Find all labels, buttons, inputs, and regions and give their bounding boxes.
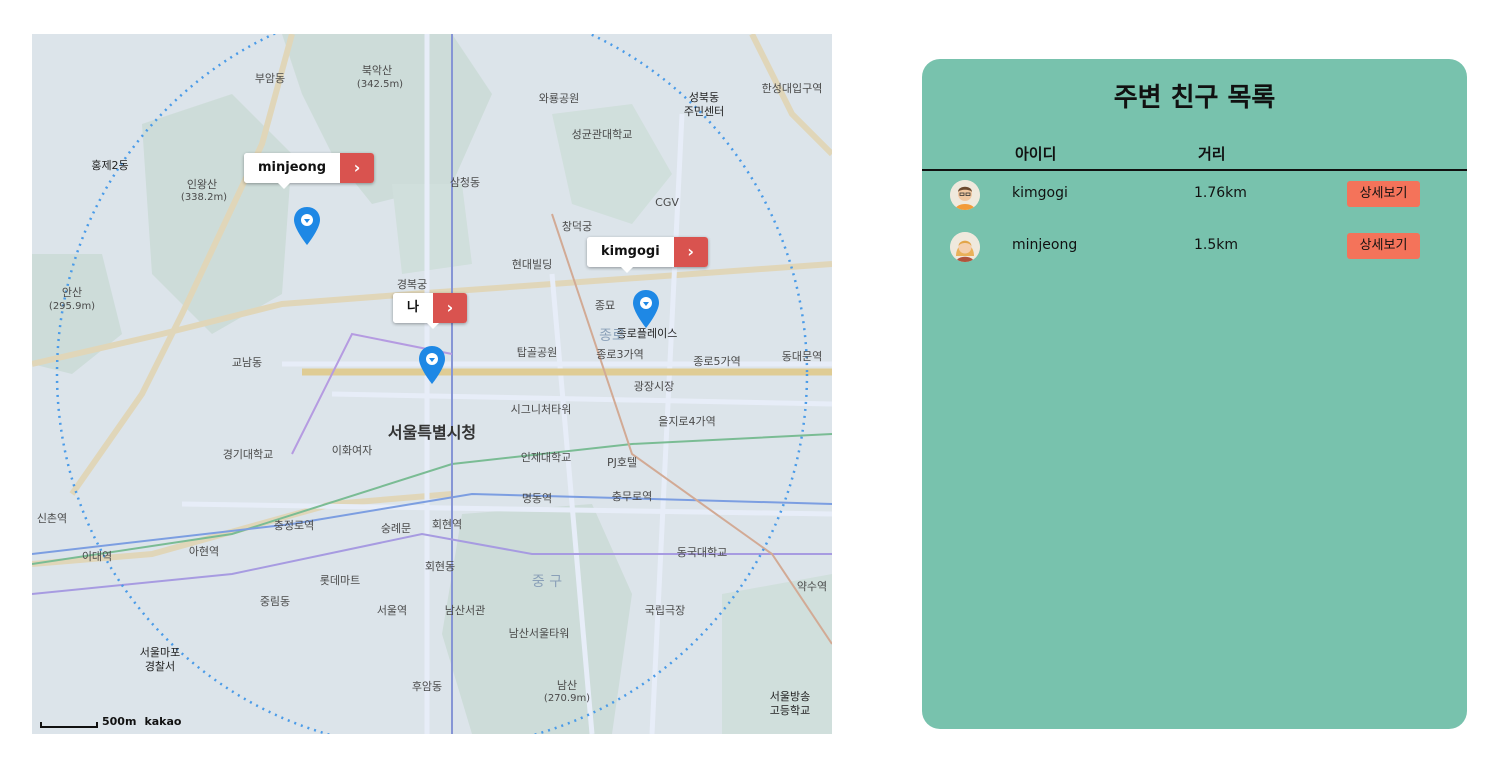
table-row: kimgogi 1.76km 상세보기 — [922, 174, 1467, 214]
chevron-right-icon[interactable]: › — [432, 293, 467, 323]
map-label-sungnyemun: 숭례문 — [380, 522, 412, 535]
avatar — [950, 232, 980, 262]
map-label-chungjeongno: 충정로역 — [273, 519, 315, 532]
table-row: minjeong 1.5km 상세보기 — [922, 226, 1467, 266]
map-label-inwangsan: 인왕산 — [186, 178, 218, 191]
map-label-pj-hotel: PJ호텔 — [606, 456, 638, 469]
map-label-seongbuk: 성북동 — [688, 91, 720, 104]
map-label-namsan-tower: 남산서울타워 — [508, 627, 570, 640]
map-label-dongguk: 동국대학교 — [676, 546, 728, 559]
map-label-cgv: CGV — [655, 196, 679, 209]
map-label-ahyeon: 아현역 — [188, 545, 220, 558]
map-label-ewha: 이화여자 — [331, 444, 373, 457]
callout-name: minjeong — [244, 153, 341, 183]
map-label-tapgol: 탑골공원 — [516, 346, 558, 359]
map-pin-icon[interactable] — [293, 206, 321, 246]
female-avatar-icon — [950, 232, 980, 262]
avatar — [950, 180, 980, 210]
map-label-sungkyunkwan: 성균관대학교 — [571, 128, 633, 141]
map-label-hyundai: 현대빌딩 — [511, 258, 553, 271]
detail-button[interactable]: 상세보기 — [1347, 233, 1420, 259]
chevron-right-icon[interactable]: › — [673, 237, 708, 267]
map-label-jongmyo: 종묘 — [594, 299, 616, 312]
map-label-ansan: 안산 — [61, 286, 83, 299]
friend-id: kimgogi — [1012, 185, 1068, 201]
map-label-myeongdong: 명동역 — [521, 492, 553, 505]
callout-kimgogi[interactable]: kimgogi › — [587, 237, 708, 273]
map-label-idae: 이대역 — [81, 550, 113, 563]
callout-name: 나 — [393, 293, 433, 323]
map-label-euljiro4ga: 을지로4가역 — [658, 415, 716, 428]
map-label-junggu-district: 중 구 — [531, 574, 563, 590]
map-label-samcheong: 삼청동 — [449, 176, 481, 189]
friend-distance: 1.5km — [1194, 237, 1239, 253]
map-label-city-hall: 서울특별시청 — [387, 423, 477, 442]
callout-name: kimgogi — [587, 237, 674, 267]
map-pin-icon[interactable] — [418, 345, 446, 385]
map-label-gukrip: 국립극장 — [644, 604, 686, 617]
scale-distance: 500m — [102, 715, 137, 728]
map-label-jongno5ga: 종로5가역 — [693, 355, 741, 368]
map-label-sinchon: 신촌역 — [36, 512, 68, 525]
map-scale: 500m kakao — [40, 715, 181, 728]
map-label-gyonam: 교남동 — [231, 356, 263, 369]
map-label-gwangjang: 광장시장 — [633, 380, 675, 393]
map-label-kyunggi: 경기대학교 — [222, 448, 274, 461]
map-label-gyeongbokgung: 경복궁 — [396, 278, 428, 291]
map-label-junglim: 중림동 — [259, 595, 291, 608]
detail-button[interactable]: 상세보기 — [1347, 181, 1420, 207]
kakao-logo: kakao — [144, 715, 182, 728]
map-label-seoul-station: 서울역 — [376, 604, 408, 617]
map-label-chungmuro: 충무로역 — [611, 490, 653, 503]
scale-bar — [40, 722, 98, 728]
male-avatar-icon — [950, 180, 980, 210]
map-label-namsan: 남산 — [556, 679, 578, 692]
map-label-yaksu: 약수역 — [796, 580, 828, 593]
map-label-sobang-school: 고등학교 — [769, 704, 811, 717]
table-header: 아이디 거리 — [922, 141, 1467, 171]
map-label-inwangsan-height: (338.2m) — [180, 192, 228, 203]
panel-title: 주변 친구 목록 — [1113, 83, 1276, 113]
map-label-hoehyeon: 회현역 — [431, 518, 463, 531]
header-distance: 거리 — [1198, 145, 1226, 163]
map-label-jongno-district: 종로 — [599, 328, 625, 344]
friend-distance: 1.76km — [1194, 185, 1247, 201]
map-label-hoehyeondong: 회현동 — [424, 560, 456, 573]
map-label-namsan-seogwan: 남산서관 — [444, 604, 486, 617]
map-label-dongdaemun: 동대문역 — [781, 350, 823, 363]
map-label-waryong: 와룡공원 — [538, 92, 580, 105]
callout-minjeong[interactable]: minjeong › — [244, 153, 375, 189]
nearby-friends-panel: 주변 친구 목록 아이디 거리 kimgogi 1.76km 상세보기 minj… — [922, 59, 1467, 729]
map-label-changdeokgung: 창덕궁 — [561, 220, 593, 233]
map-label-jongno3ga: 종로3가역 — [596, 348, 644, 361]
map-label-mapo: 서울마포 — [139, 646, 181, 659]
map-label-ansan-height: (295.9m) — [48, 301, 96, 312]
map-label-bukaksan: 북악산 — [361, 64, 393, 77]
map-label-mapo-police: 경찰서 — [144, 660, 176, 673]
map-label-buam: 부암동 — [254, 72, 286, 85]
map-label-seongbuk-center: 주민센터 — [683, 105, 725, 118]
map-label-inje: 인제대학교 — [520, 451, 572, 464]
map-label-lotte-mart: 롯데마트 — [319, 574, 361, 587]
map-view[interactable]: 북악산 (342.5m) 인왕산 (338.2m) 안산 (295.9m) 남산… — [32, 34, 832, 734]
map-label-huam: 후암동 — [411, 680, 443, 693]
map-label-signature: 시그니처타워 — [510, 403, 572, 416]
map-label-sobang: 서울방송 — [769, 690, 811, 703]
map-label-hongje: 홍제2동 — [91, 159, 129, 172]
callout-me[interactable]: 나 › — [393, 293, 467, 329]
map-pin-icon[interactable] — [632, 289, 660, 329]
map-label-namsan-height: (270.9m) — [543, 693, 591, 704]
map-label-bukaksan-height: (342.5m) — [356, 79, 404, 90]
header-id: 아이디 — [1015, 145, 1057, 163]
chevron-right-icon[interactable]: › — [340, 153, 375, 183]
friend-id: minjeong — [1012, 237, 1078, 253]
map-label-hyehwa: 한성대입구역 — [761, 82, 823, 95]
